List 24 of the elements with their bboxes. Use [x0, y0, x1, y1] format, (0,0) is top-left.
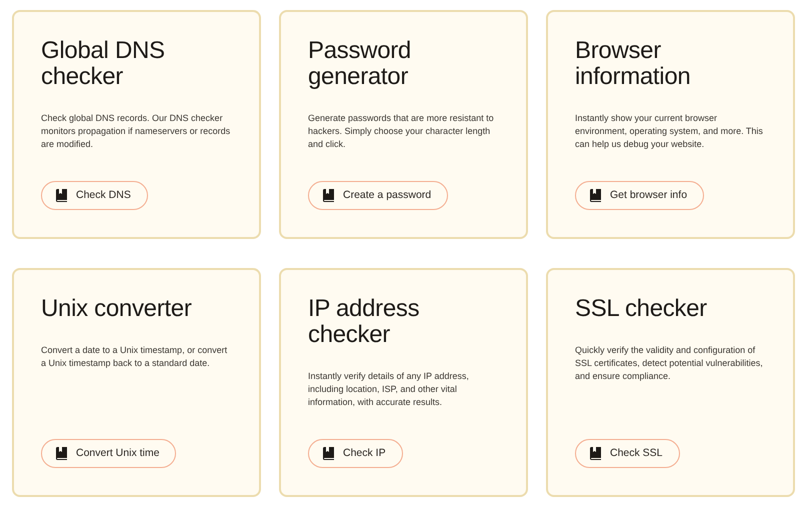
- action-button[interactable]: Check SSL: [575, 439, 680, 468]
- action-button[interactable]: Create a password: [308, 181, 448, 210]
- card-description: Convert a date to a Unix timestamp, or convert a Unix timestamp back to a standard date.: [41, 344, 228, 370]
- card-title: Unix converter: [41, 296, 193, 322]
- book-icon: [323, 447, 334, 460]
- book-icon: [590, 447, 601, 460]
- card-title: Browser information: [575, 38, 692, 90]
- book-icon: [590, 189, 601, 202]
- book-icon: [323, 189, 334, 202]
- card-description: Instantly verify details of any IP address, including location, ISP, and other vital information, with accurate results.: [308, 370, 470, 409]
- card-description: Generate passwords that are more resistant to hackers. Simply choose your character length and click.: [308, 112, 495, 151]
- card-description: Check global DNS records. Our DNS checker monitors propagation if nameservers or records are modified.: [41, 112, 232, 151]
- book-icon: [56, 189, 67, 202]
- card-title: Global DNS checker: [41, 38, 166, 90]
- book-icon: [56, 447, 67, 460]
- card-title: IP address checker: [308, 296, 420, 348]
- card-description: Quickly verify the validity and configuration of SSL certificates, detect potential vulnerabilities, and ensure compliance.: [575, 344, 764, 383]
- card-title: SSL checker: [575, 296, 708, 322]
- action-button[interactable]: Convert Unix time: [41, 439, 176, 468]
- card-title: Password generator: [308, 38, 412, 90]
- action-button[interactable]: Check IP: [308, 439, 403, 468]
- action-button[interactable]: Check DNS: [41, 181, 148, 210]
- card-description: Instantly show your current browser environment, operating system, and more. This can help us debug your website.: [575, 112, 764, 151]
- action-button[interactable]: Get browser info: [575, 181, 704, 210]
